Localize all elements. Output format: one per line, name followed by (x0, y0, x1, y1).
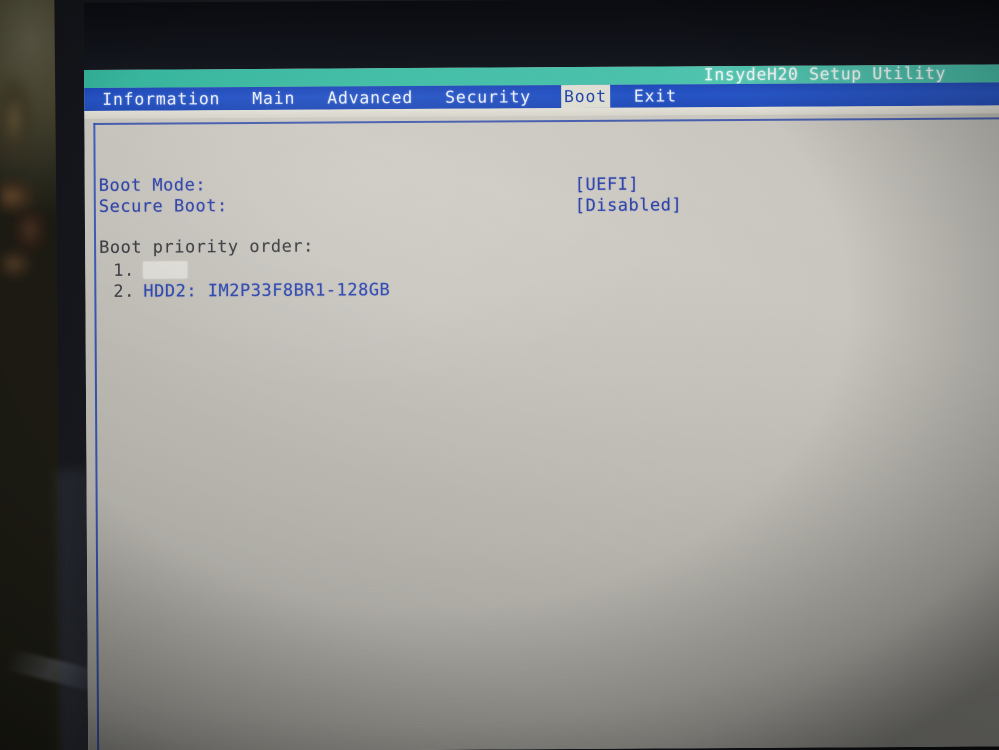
setting-row-boot-mode[interactable]: Boot Mode: [UEFI] (98, 175, 640, 196)
panel-dark-margin (83, 0, 999, 75)
boot-order-item[interactable]: 2. HDD2: IM2P33F8BR1-128GB (113, 280, 390, 302)
menu-tab-information[interactable]: Information (100, 87, 222, 111)
setting-value-secure-boot[interactable]: [Disabled] (575, 195, 682, 216)
setting-row-secure-boot[interactable]: Secure Boot: [Disabled] (98, 195, 682, 217)
setting-value-boot-mode[interactable]: [UEFI] (575, 175, 640, 195)
menu-tab-boot[interactable]: Boot (560, 84, 610, 109)
bios-screen: InsydeH20 Setup Utility Information Main A… (84, 64, 999, 750)
utility-title: InsydeH20 Setup Utility (703, 64, 947, 85)
boot-priority-heading: Boot priority order: (99, 236, 314, 258)
menu-tab-exit[interactable]: Exit (632, 84, 679, 107)
menu-tab-advanced[interactable]: Advanced (325, 86, 415, 110)
content-panel: Boot Mode: [UEFI] Secure Boot: [Disabled] Bo… (84, 113, 999, 750)
background-foliage (0, 60, 46, 180)
setting-label-secure-boot: Secure Boot: (98, 196, 228, 217)
menu-tab-security[interactable]: Security (443, 85, 533, 109)
boot-order-index: 2. (113, 281, 135, 302)
photograph-of-bios-screen: InsydeH20 Setup Utility Information Main A… (0, 0, 999, 750)
background-plant (0, 178, 58, 288)
menu-tab-main[interactable]: Main (250, 87, 297, 110)
boot-order-index: 1. (113, 260, 135, 281)
boot-order-device-name: HDD2: IM2P33F8BR1-128GB (143, 280, 391, 302)
settings-list: Boot Mode: [UEFI] Secure Boot: [Disabled] Bo… (84, 113, 999, 750)
setting-label-boot-mode: Boot Mode: (98, 175, 207, 196)
boot-order-redacted-box (143, 261, 188, 279)
boot-order-item[interactable]: 1. (113, 260, 188, 281)
